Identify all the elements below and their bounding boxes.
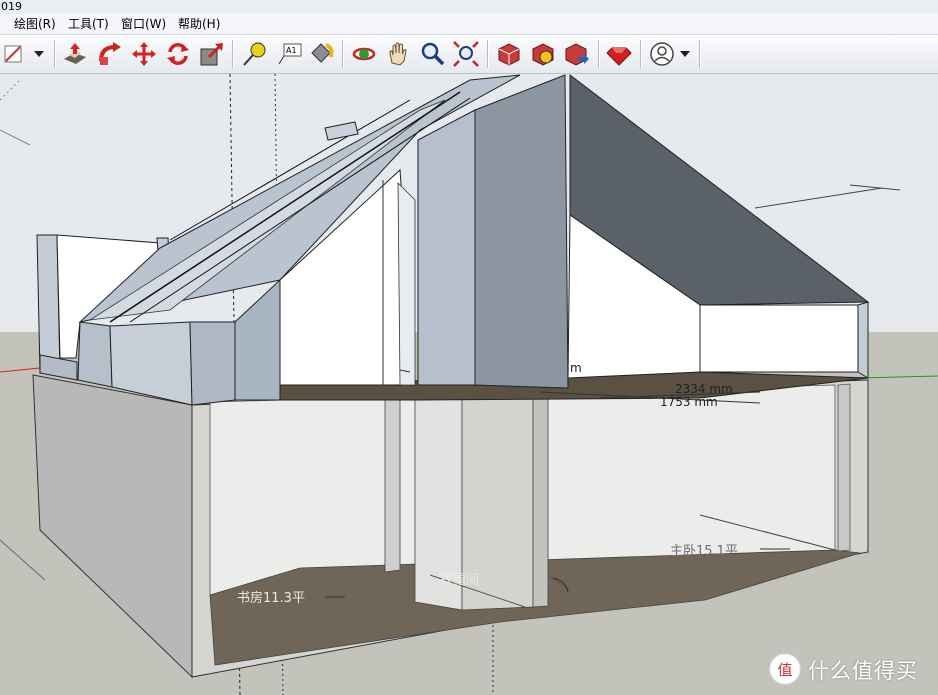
rotate-icon[interactable]: [163, 39, 193, 69]
window-title: 019: [1, 0, 22, 13]
watermark-badge-icon: 值: [769, 653, 801, 685]
text-label-icon[interactable]: A1: [274, 39, 304, 69]
account-icon[interactable]: [647, 39, 677, 69]
pan-icon[interactable]: [383, 39, 413, 69]
account-dropdown-icon[interactable]: [675, 39, 697, 69]
dimension-fragment: m: [570, 361, 582, 375]
extension-ruby-icon[interactable]: [604, 39, 634, 69]
paint-bucket-icon[interactable]: [306, 39, 336, 69]
line-tool-dropdown-icon[interactable]: [28, 39, 50, 69]
model-scene[interactable]: m 2334 mm 1753 mm 书房11.3平 衣帽间 主卧15.1平: [0, 74, 938, 695]
window-title-bar: 019: [0, 0, 938, 15]
room-label-master-bedroom: 主卧15.1平: [670, 544, 738, 559]
upper-left-wall: [36, 234, 61, 376]
menu-tools[interactable]: 工具(T): [66, 14, 111, 34]
room-label-study: 书房11.3平: [237, 590, 305, 606]
dimension-label-2334: 2334 mm: [675, 382, 733, 396]
central-wall-block: [417, 109, 476, 386]
upper-front-wall: [77, 321, 113, 388]
follow-me-icon[interactable]: [95, 39, 125, 69]
move-icon[interactable]: [129, 39, 159, 69]
tape-measure-icon[interactable]: [240, 39, 270, 69]
model-viewport[interactable]: m 2334 mm 1753 mm 书房11.3平 衣帽间 主卧15.1平 值 …: [0, 74, 938, 695]
upper-right-wall: [857, 301, 869, 379]
room-label-closet: 衣帽间: [440, 572, 479, 588]
toolbar: A1: [0, 35, 938, 74]
menu-draw[interactable]: 绘图(R): [12, 14, 58, 34]
zoom-icon[interactable]: [417, 39, 447, 69]
svg-text:A1: A1: [286, 46, 297, 55]
right-upper-room: [699, 304, 859, 373]
line-tool-icon[interactable]: [0, 39, 30, 69]
watermark: 值 什么值得买: [768, 649, 938, 689]
partition-wall: [837, 383, 851, 552]
upload-model-icon[interactable]: [562, 39, 592, 69]
svg-text:值: 值: [777, 661, 792, 679]
scale-icon[interactable]: [197, 39, 227, 69]
push-pull-icon[interactable]: [60, 39, 90, 69]
partition-wall: [532, 395, 549, 608]
gable-edge: [397, 182, 416, 386]
menu-bar: 绘图(R) 工具(T) 窗口(W) 帮助(H): [0, 14, 938, 35]
menu-help[interactable]: 帮助(H): [176, 14, 222, 34]
upper-front-wall: [189, 321, 236, 406]
zoom-extents-icon[interactable]: [451, 39, 481, 69]
get-models-icon[interactable]: [494, 39, 524, 69]
share-component-icon[interactable]: [528, 39, 558, 69]
watermark-text: 什么值得买: [808, 659, 918, 683]
partition-wall: [384, 397, 401, 573]
orbit-icon[interactable]: [349, 39, 379, 69]
dimension-label-1753: 1753 mm: [660, 395, 718, 409]
menu-window[interactable]: 窗口(W): [119, 14, 168, 34]
central-wall-block: [474, 74, 569, 389]
